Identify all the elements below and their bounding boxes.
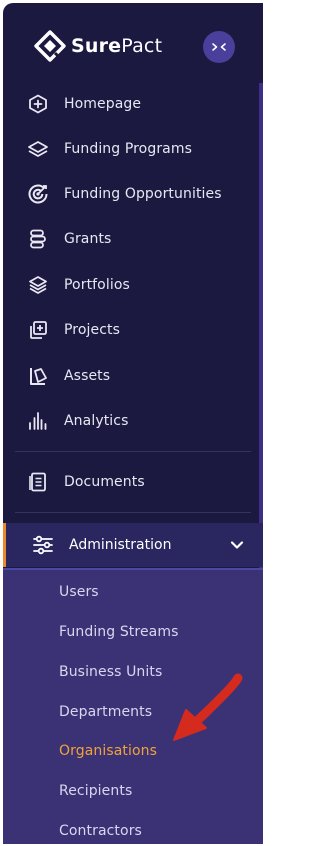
stack-icon	[27, 274, 49, 296]
submenu-item-departments[interactable]: Departments	[59, 704, 152, 720]
sliders-icon	[32, 534, 54, 556]
nav-item-label: Funding Programs	[64, 141, 192, 157]
copy-plus-icon	[27, 319, 49, 341]
brand-logo[interactable]: SurePact	[33, 29, 162, 63]
divider	[15, 512, 251, 513]
nav-item-homepage[interactable]: Homepage	[27, 84, 141, 124]
submenu-item-users[interactable]: Users	[59, 584, 99, 600]
nav-item-funding-programs[interactable]: Funding Programs	[27, 129, 192, 169]
brand-name: SurePact	[71, 35, 163, 57]
target-icon	[27, 183, 49, 205]
submenu-item-business-units[interactable]: Business Units	[59, 664, 162, 680]
nav-item-documents[interactable]: Documents	[27, 462, 145, 502]
nav-item-label: Portfolios	[64, 277, 130, 293]
document-icon	[27, 471, 49, 493]
nav-item-label: Homepage	[64, 96, 142, 112]
submenu-item-organisations[interactable]: Organisations	[59, 743, 157, 759]
collapse-sidebar-button[interactable]	[203, 31, 235, 63]
submenu-item-funding-streams[interactable]: Funding Streams	[59, 624, 178, 640]
nav-item-funding-opportunities[interactable]: Funding Opportunities	[27, 174, 222, 214]
nav-item-portfolios[interactable]: Portfolios	[27, 265, 130, 305]
nav-item-analytics[interactable]: Analytics	[27, 401, 128, 441]
nav-item-label: Grants	[64, 231, 112, 247]
database-icon	[27, 228, 49, 250]
submenu-item-recipients[interactable]: Recipients	[59, 783, 132, 799]
layers-icon	[27, 138, 49, 160]
nav-item-label: Documents	[64, 474, 145, 490]
nav-item-label: Funding Opportunities	[64, 186, 222, 202]
nav-item-administration[interactable]: Administration	[3, 523, 263, 567]
plus-circle-icon	[27, 93, 49, 115]
bar-chart-icon	[27, 410, 49, 432]
nav-item-label: Analytics	[64, 413, 129, 429]
logo-icon	[34, 30, 66, 62]
nav-item-label: Assets	[64, 368, 111, 384]
nav-item-grants[interactable]: Grants	[27, 219, 111, 259]
nav-item-assets[interactable]: Assets	[27, 356, 110, 396]
annotation-arrow-icon	[173, 673, 243, 741]
nav-item-label: Projects	[64, 322, 120, 338]
submenu-item-contractors[interactable]: Contractors	[59, 823, 142, 839]
shapes-icon	[27, 365, 49, 387]
collapse-icon	[212, 43, 226, 51]
nav-item-projects[interactable]: Projects	[27, 310, 120, 350]
chevron-down-icon[interactable]	[227, 535, 247, 555]
divider	[15, 451, 251, 452]
nav-item-label: Administration	[69, 537, 172, 553]
